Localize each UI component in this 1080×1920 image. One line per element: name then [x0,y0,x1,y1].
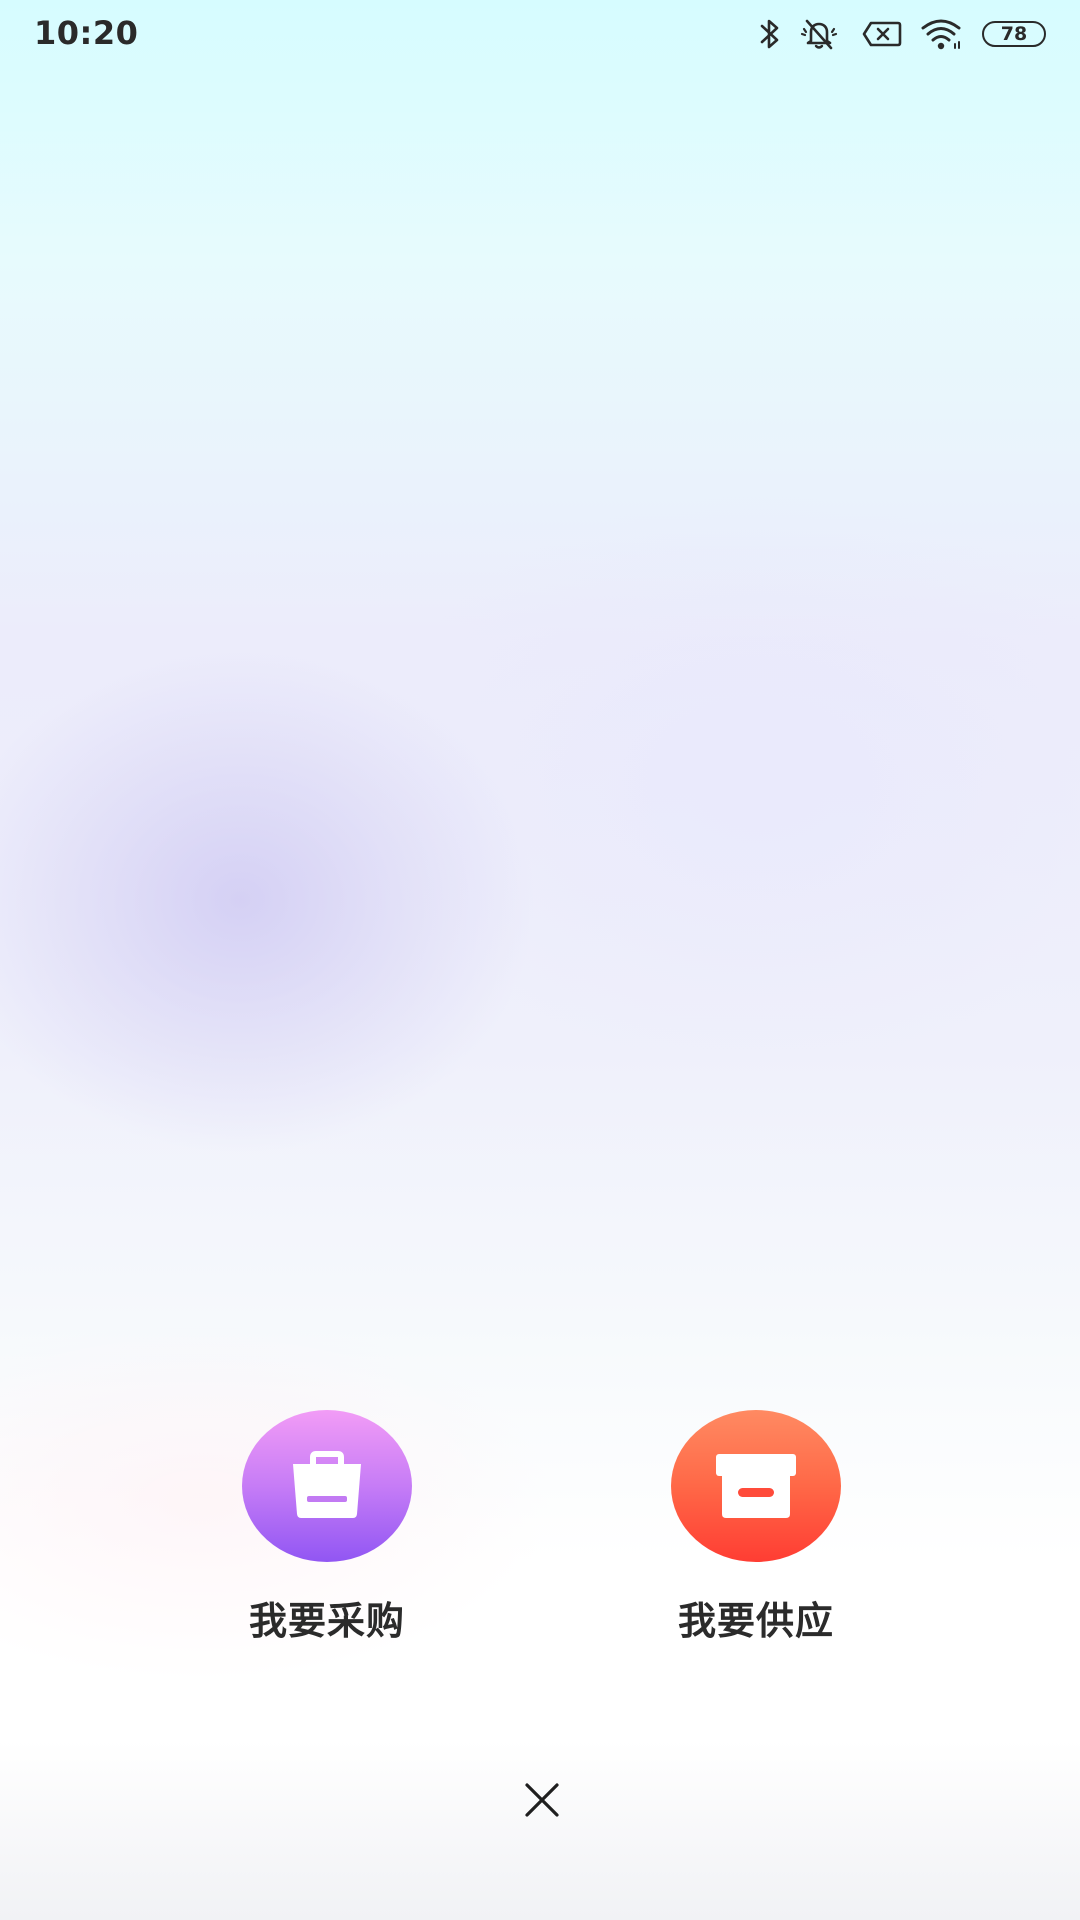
shopping-bag-icon [293,1451,361,1518]
wifi-icon [921,19,961,50]
supply-button[interactable] [671,1410,841,1562]
supply-option[interactable]: 我要供应 [636,1410,876,1645]
silent-bell-icon [800,19,838,50]
close-button[interactable] [512,1772,572,1828]
status-icons: 78 [740,16,1046,52]
battery-level: 78 [1000,22,1028,45]
purchase-option[interactable]: 我要采购 [207,1410,447,1645]
purchase-button[interactable] [242,1410,412,1562]
purchase-label: 我要采购 [248,1599,405,1643]
close-icon [525,1783,559,1817]
status-time: 10:20 [34,14,139,52]
bluetooth-icon [760,19,779,49]
archive-box-icon [716,1454,796,1518]
no-sim-icon [862,21,902,47]
battery-icon: 78 [982,21,1046,47]
supply-label: 我要供应 [677,1599,834,1643]
status-bar: 10:20 78 [0,0,1080,70]
